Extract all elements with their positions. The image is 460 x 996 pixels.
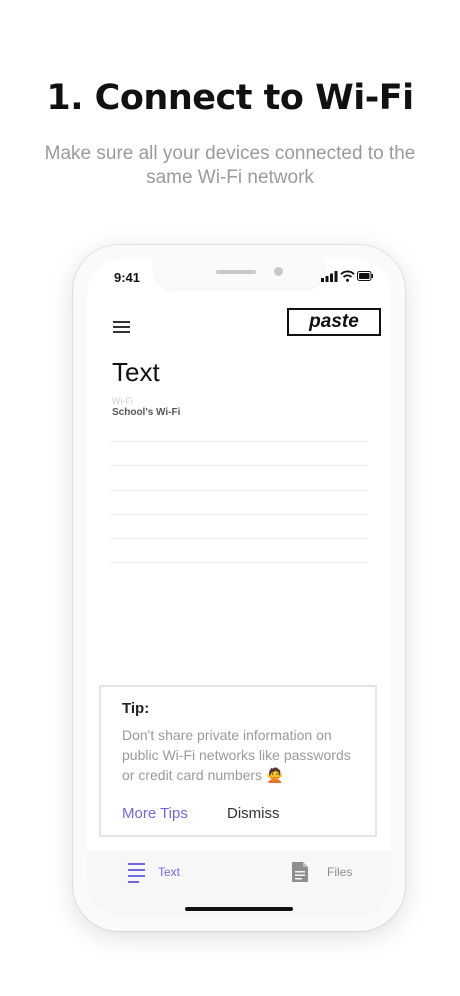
phone-screen: 9:41 paste Text Wi-Fi School's Wi-Fi Tip… [87,259,391,917]
speaker-grille [216,270,256,274]
text-line [110,562,368,563]
hamburger-menu-icon [113,321,130,333]
phone-frame: 9:41 paste Text Wi-Fi School's Wi-Fi Tip… [73,245,405,931]
dismiss-button[interactable]: Dismiss [227,805,280,822]
text-line [110,490,368,491]
home-indicator [185,907,293,911]
tip-text: Don't share private information on publi… [122,727,351,783]
text-lines-icon [128,863,145,883]
menu-button[interactable] [112,319,132,335]
camera-dot [274,267,283,276]
page-heading: 1. Connect to Wi-Fi [46,78,414,118]
tip-card: Tip: Don't share private information on … [99,685,377,837]
tip-title: Tip: [122,700,150,717]
text-line [110,465,368,466]
wifi-label: Wi-Fi [112,396,133,406]
note-title: Text [112,357,160,387]
text-line [110,538,368,539]
paste-logo: paste [287,308,381,336]
more-tips-button[interactable]: More Tips [122,805,188,822]
tab-text-label: Text [158,865,181,879]
tab-text[interactable]: Text [127,851,247,905]
status-time: 9:41 [114,270,141,285]
tab-files[interactable]: Files [290,851,390,905]
status-indicators-icon [321,270,373,282]
wifi-name: School's Wi-Fi [112,407,181,418]
phone-notch [154,259,324,289]
document-icon [292,862,308,882]
text-line [110,514,368,515]
tip-body: Don't share private information on publi… [122,725,362,785]
text-line [110,441,368,442]
tab-files-label: Files [327,865,353,879]
status-icons [321,270,373,284]
page-subheading: Make sure all your devices connected to … [44,143,416,188]
no-gesture-emoji-icon: 🙅 [265,767,284,783]
